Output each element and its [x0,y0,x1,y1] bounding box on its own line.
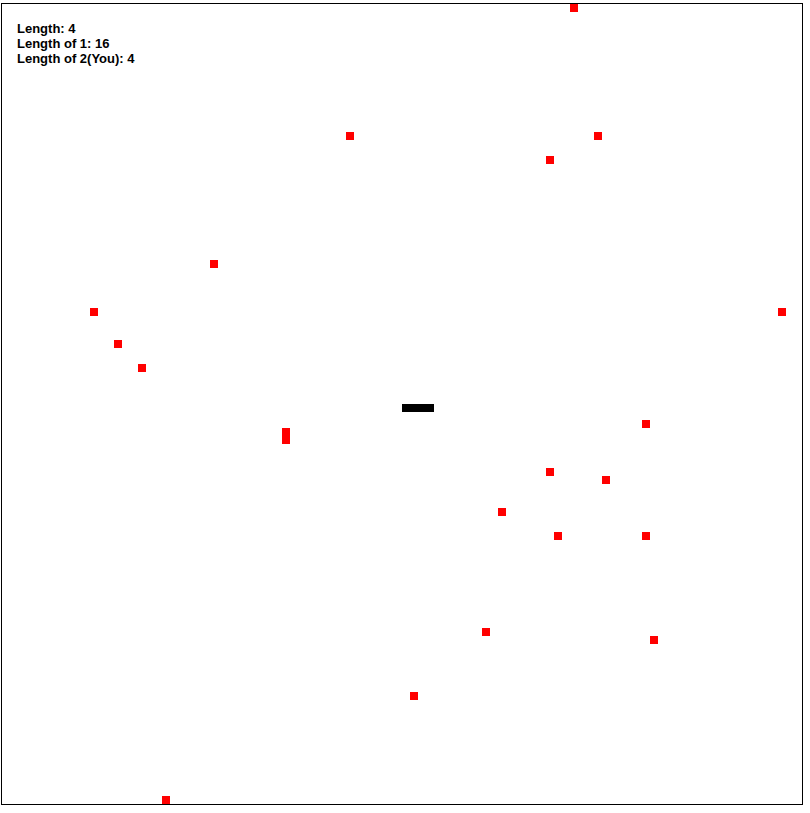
snake-segment [410,404,418,412]
game-board: Length: 4Length of 1: 16Length of 2(You)… [1,3,803,805]
food-pellet [778,308,786,316]
food-pellet [282,436,290,444]
food-pellet [90,308,98,316]
food-pellet [162,796,170,804]
food-pellet [642,420,650,428]
food-pellet [602,476,610,484]
food-pellet [482,628,490,636]
score-panel: Length: 4Length of 1: 16Length of 2(You)… [17,21,134,66]
food-pellet [210,260,218,268]
score-line: Length: 4 [17,21,134,36]
food-pellet [346,132,354,140]
snake-segment [418,404,426,412]
food-pellet [114,340,122,348]
score-line: Length of 1: 16 [17,36,134,51]
food-pellet [498,508,506,516]
snake-segment [402,404,410,412]
food-pellet [138,364,146,372]
score-line: Length of 2(You): 4 [17,51,134,66]
food-pellet [650,636,658,644]
food-pellet [546,156,554,164]
food-pellet [554,532,562,540]
snake-segment [426,404,434,412]
food-pellet [570,4,578,12]
food-pellet [410,692,418,700]
food-pellet [594,132,602,140]
food-pellet [642,532,650,540]
food-pellet [282,428,290,436]
game-page: Length: 4Length of 1: 16Length of 2(You)… [0,0,810,813]
food-pellet [546,468,554,476]
